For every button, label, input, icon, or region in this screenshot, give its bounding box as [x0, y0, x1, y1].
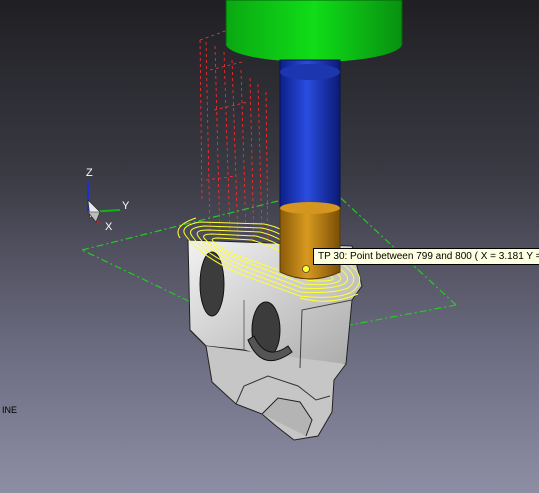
cam-scene[interactable] — [0, 0, 539, 493]
tool-assembly — [225, 0, 403, 280]
mode-label: INE — [2, 405, 18, 415]
axis-y-label: Y — [122, 200, 130, 212]
toolpath-point-tooltip: TP 30: Point between 799 and 800 ( X = 3… — [313, 248, 539, 265]
toolpath-point-marker-icon[interactable] — [302, 265, 310, 273]
axis-x-label: X — [105, 221, 113, 233]
axis-triad-icon — [87, 182, 121, 225]
axis-z-label: Z — [86, 167, 93, 179]
3d-viewport[interactable]: Z Y X TP 30: Point between 799 and 800 (… — [0, 0, 539, 493]
